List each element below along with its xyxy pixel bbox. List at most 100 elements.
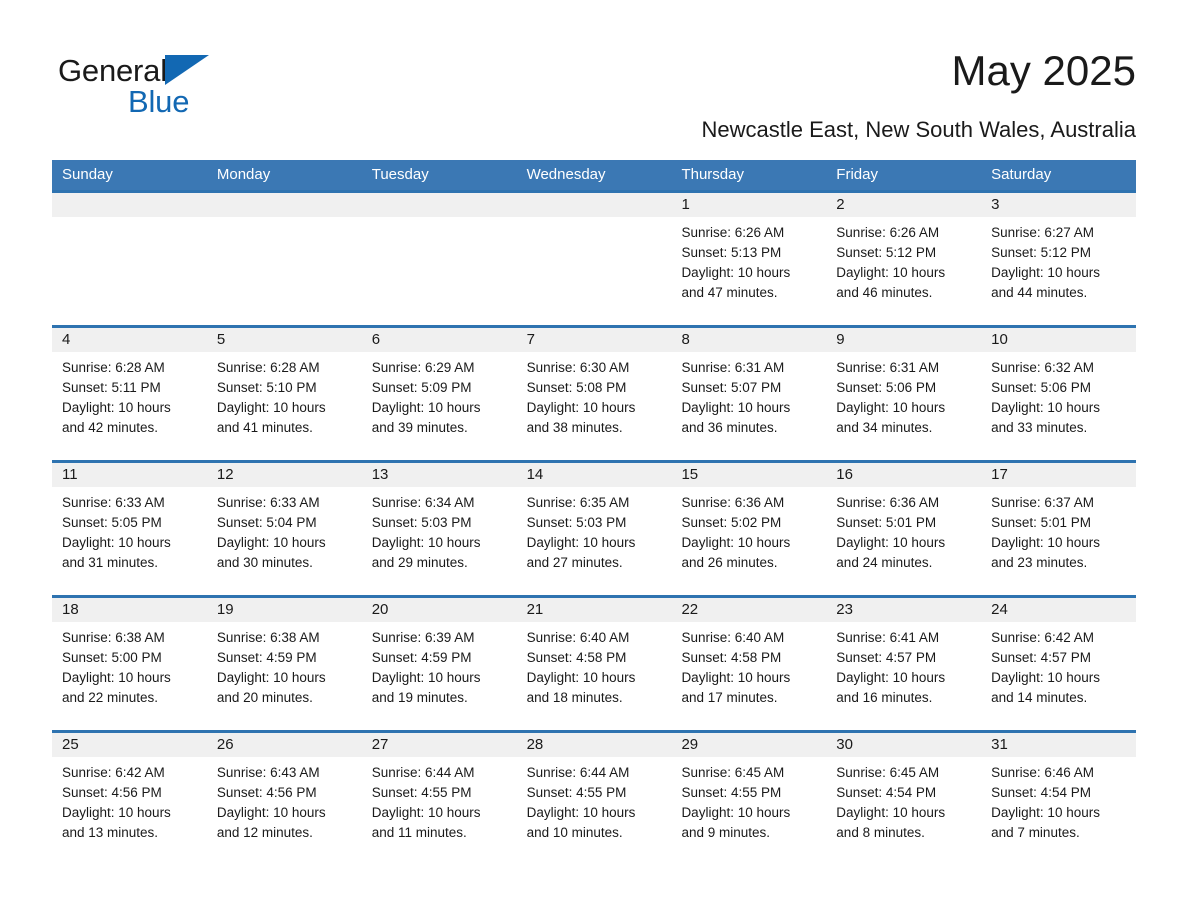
day-details: Sunrise: 6:43 AM Sunset: 4:56 PM Daylight:… [207, 757, 362, 843]
sunrise-text: Sunrise: 6:37 AM [991, 495, 1094, 510]
day-details: Sunrise: 6:27 AM Sunset: 5:12 PM Daylight:… [981, 217, 1136, 303]
calendar-day-cell[interactable]: 29 Sunrise: 6:45 AM Sunset: 4:55 PM Dayligh… [671, 733, 827, 865]
sunrise-text: Sunrise: 6:28 AM [216, 360, 320, 375]
calendar-day-cell[interactable]: 7 Sunrise: 6:30 AM Sunset: 5:08 PM Daylight… [516, 328, 672, 460]
day-number: 4 [52, 328, 207, 352]
sunset-text: Sunset: 4:58 PM [526, 650, 627, 665]
calendar-day-cell[interactable]: 19 Sunrise: 6:38 AM Sunset: 4:59 PM Dayligh… [206, 598, 362, 730]
brand-logo[interactable]: General Blue [58, 46, 318, 120]
calendar-day-cell[interactable]: 16 Sunrise: 6:36 AM Sunset: 5:01 PM Dayligh… [826, 463, 982, 595]
calendar-day-cell[interactable]: 1 Sunrise: 6:26 AM Sunset: 5:13 PM Daylight… [671, 193, 827, 325]
sunset-text: Sunset: 4:57 PM [991, 650, 1091, 665]
weekday-header-wednesday: Wednesday [526, 166, 606, 183]
sunrise-text: Sunrise: 6:34 AM [371, 495, 475, 510]
calendar-day-cell[interactable]: 21 Sunrise: 6:40 AM Sunset: 4:58 PM Dayligh… [516, 598, 672, 730]
day-details: Sunrise: 6:44 AM Sunset: 4:55 PM Daylight:… [517, 757, 672, 843]
daylight-text-line1: Daylight: 10 hours [526, 805, 636, 820]
sunrise-text: Sunrise: 6:29 AM [371, 360, 475, 375]
calendar-day-cell[interactable]: 2 Sunrise: 6:26 AM Sunset: 5:12 PM Daylight… [826, 193, 982, 325]
calendar-day-cell[interactable]: 4 Sunrise: 6:28 AM Sunset: 5:11 PM Daylight… [52, 328, 207, 460]
daylight-text-line1: Daylight: 10 hours [836, 265, 946, 280]
sunrise-text: Sunrise: 6:33 AM [216, 495, 320, 510]
day-number: 26 [206, 733, 362, 757]
calendar-day-cell[interactable]: 3 Sunrise: 6:27 AM Sunset: 5:12 PM Daylight… [981, 193, 1137, 325]
day-number [361, 193, 517, 217]
calendar-day-cell[interactable]: 13 Sunrise: 6:34 AM Sunset: 5:03 PM Dayligh… [361, 463, 517, 595]
day-number: 16 [826, 463, 982, 487]
calendar-day-cell[interactable]: 17 Sunrise: 6:37 AM Sunset: 5:01 PM Dayligh… [981, 463, 1137, 595]
calendar-day-cell-empty [516, 193, 672, 325]
sunrise-text: Sunrise: 6:40 AM [526, 630, 630, 645]
daylight-text-line2: and 29 minutes. [371, 555, 468, 570]
daylight-text-line1: Daylight: 10 hours [991, 535, 1100, 550]
daylight-text-line1: Daylight: 10 hours [526, 670, 636, 685]
calendar-day-cell[interactable]: 11 Sunrise: 6:33 AM Sunset: 5:05 PM Dayligh… [52, 463, 207, 595]
calendar-day-cell[interactable]: 10 Sunrise: 6:32 AM Sunset: 5:06 PM Dayligh… [981, 328, 1137, 460]
calendar-day-cell[interactable]: 15 Sunrise: 6:36 AM Sunset: 5:02 PM Dayligh… [671, 463, 827, 595]
day-details: Sunrise: 6:46 AM Sunset: 4:54 PM Daylight:… [981, 757, 1136, 843]
calendar-day-cell[interactable]: 23 Sunrise: 6:41 AM Sunset: 4:57 PM Dayligh… [826, 598, 982, 730]
daylight-text-line2: and 7 minutes. [991, 825, 1080, 840]
weekday-header-row: Sunday Monday Tuesday Wednesday Thursday… [52, 160, 1136, 190]
weekday-header-friday: Friday [836, 166, 878, 183]
calendar-day-cell-empty [52, 193, 207, 325]
calendar-day-cell[interactable]: 5 Sunrise: 6:28 AM Sunset: 5:10 PM Daylight… [206, 328, 362, 460]
day-number [52, 193, 207, 217]
day-number: 15 [671, 463, 827, 487]
sunrise-text: Sunrise: 6:41 AM [836, 630, 940, 645]
calendar-day-cell[interactable]: 18 Sunrise: 6:38 AM Sunset: 5:00 PM Dayligh… [52, 598, 207, 730]
calendar-day-cell[interactable]: 27 Sunrise: 6:44 AM Sunset: 4:55 PM Dayligh… [361, 733, 517, 865]
day-details: Sunrise: 6:40 AM Sunset: 4:58 PM Daylight:… [517, 622, 672, 708]
calendar-day-cell[interactable]: 26 Sunrise: 6:43 AM Sunset: 4:56 PM Dayligh… [206, 733, 362, 865]
calendar-day-cell[interactable]: 28 Sunrise: 6:44 AM Sunset: 4:55 PM Dayligh… [516, 733, 672, 865]
sunset-text: Sunset: 5:08 PM [526, 380, 627, 395]
daylight-text-line2: and 42 minutes. [62, 420, 159, 435]
daylight-text-line1: Daylight: 10 hours [216, 670, 326, 685]
calendar-page: General Blue May 2025 Newcastle East, Ne… [0, 0, 1188, 918]
day-details: Sunrise: 6:31 AM Sunset: 5:07 PM Daylight:… [671, 352, 826, 438]
calendar-day-cell[interactable]: 31 Sunrise: 6:46 AM Sunset: 4:54 PM Dayligh… [981, 733, 1137, 865]
day-details: Sunrise: 6:33 AM Sunset: 5:05 PM Daylight:… [52, 487, 207, 573]
sunrise-text: Sunrise: 6:45 AM [681, 765, 785, 780]
daylight-text-line1: Daylight: 10 hours [216, 400, 326, 415]
daylight-text-line2: and 23 minutes. [991, 555, 1088, 570]
daylight-text-line1: Daylight: 10 hours [216, 535, 326, 550]
calendar-day-cell[interactable]: 20 Sunrise: 6:39 AM Sunset: 4:59 PM Dayligh… [361, 598, 517, 730]
daylight-text-line2: and 34 minutes. [836, 420, 933, 435]
daylight-text-line1: Daylight: 10 hours [991, 400, 1100, 415]
logo-top-row: General [58, 54, 318, 88]
calendar-day-cell[interactable]: 12 Sunrise: 6:33 AM Sunset: 5:04 PM Dayligh… [206, 463, 362, 595]
day-number: 2 [826, 193, 982, 217]
sunset-text: Sunset: 5:06 PM [836, 380, 937, 395]
daylight-text-line2: and 24 minutes. [836, 555, 933, 570]
page-header: General Blue May 2025 [0, 0, 1188, 119]
day-details: Sunrise: 6:26 AM Sunset: 5:13 PM Daylight:… [671, 217, 826, 303]
sunrise-text: Sunrise: 6:26 AM [836, 225, 940, 240]
calendar-day-cell[interactable]: 6 Sunrise: 6:29 AM Sunset: 5:09 PM Daylight… [361, 328, 517, 460]
daylight-text-line2: and 13 minutes. [62, 825, 159, 840]
calendar-week-row: 11 Sunrise: 6:33 AM Sunset: 5:05 PM Dayligh… [52, 460, 1137, 595]
day-details: Sunrise: 6:29 AM Sunset: 5:09 PM Daylight:… [362, 352, 517, 438]
calendar-day-cell[interactable]: 9 Sunrise: 6:31 AM Sunset: 5:06 PM Daylight… [826, 328, 982, 460]
daylight-text-line2: and 36 minutes. [681, 420, 778, 435]
sunrise-text: Sunrise: 6:40 AM [681, 630, 785, 645]
day-details: Sunrise: 6:35 AM Sunset: 5:03 PM Daylight:… [517, 487, 672, 573]
sunset-text: Sunset: 5:06 PM [991, 380, 1091, 395]
day-number: 24 [981, 598, 1137, 622]
sunrise-text: Sunrise: 6:38 AM [62, 630, 165, 645]
daylight-text-line1: Daylight: 10 hours [836, 535, 946, 550]
calendar-day-cell[interactable]: 22 Sunrise: 6:40 AM Sunset: 4:58 PM Dayligh… [671, 598, 827, 730]
day-number: 1 [671, 193, 827, 217]
calendar-day-cell[interactable]: 30 Sunrise: 6:45 AM Sunset: 4:54 PM Dayligh… [826, 733, 982, 865]
calendar-day-cell[interactable]: 24 Sunrise: 6:42 AM Sunset: 4:57 PM Dayligh… [981, 598, 1137, 730]
sunset-text: Sunset: 5:02 PM [681, 515, 782, 530]
daylight-text-line2: and 10 minutes. [526, 825, 623, 840]
daylight-text-line2: and 20 minutes. [216, 690, 313, 705]
daylight-text-line1: Daylight: 10 hours [681, 400, 791, 415]
calendar-day-cell[interactable]: 14 Sunrise: 6:35 AM Sunset: 5:03 PM Dayligh… [516, 463, 672, 595]
weekday-header-saturday: Saturday [991, 166, 1052, 183]
day-number: 11 [52, 463, 207, 487]
daylight-text-line2: and 9 minutes. [681, 825, 770, 840]
calendar-day-cell[interactable]: 25 Sunrise: 6:42 AM Sunset: 4:56 PM Dayligh… [52, 733, 207, 865]
calendar-day-cell[interactable]: 8 Sunrise: 6:31 AM Sunset: 5:07 PM Daylight… [671, 328, 827, 460]
